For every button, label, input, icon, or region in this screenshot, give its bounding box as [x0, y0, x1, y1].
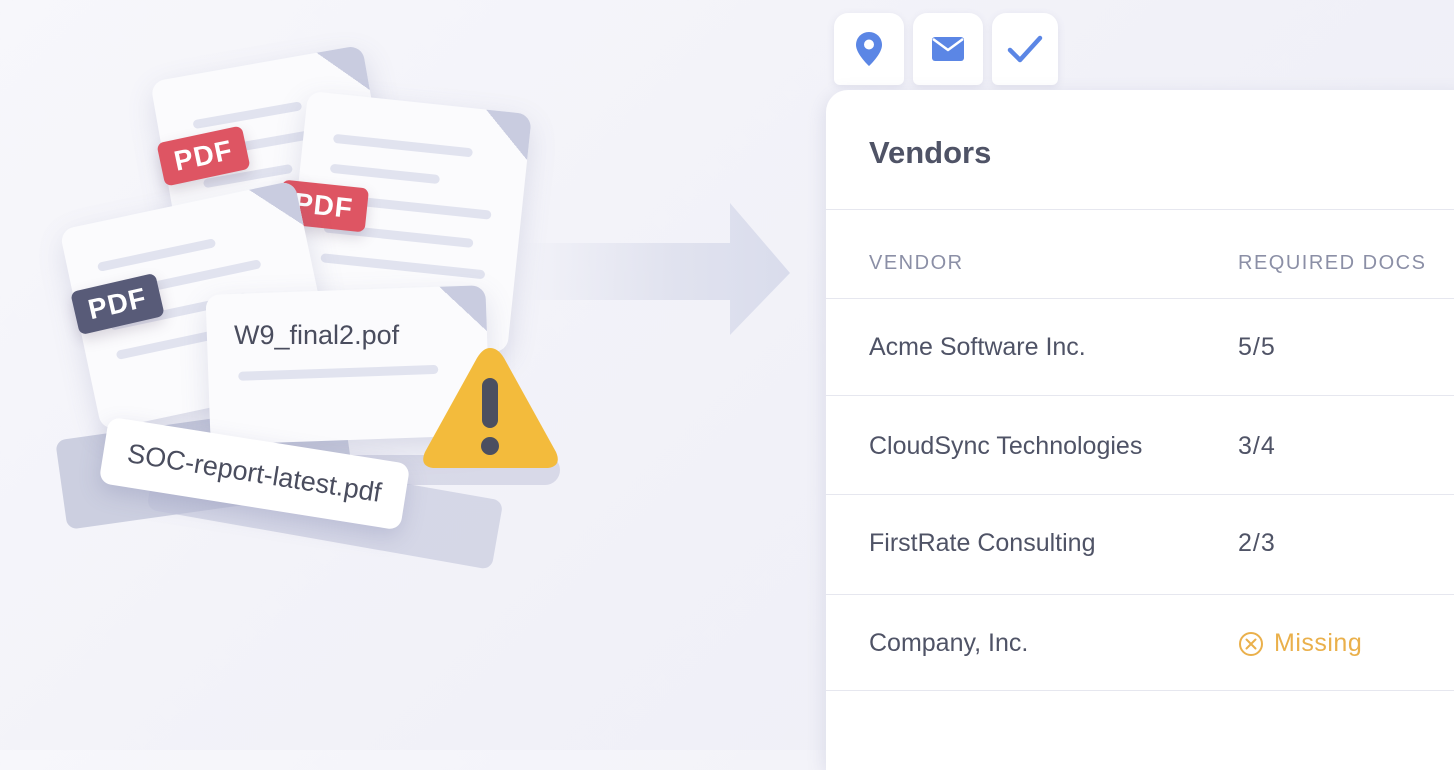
file-name-label: W9_final2.pof	[234, 320, 400, 350]
envelope-icon	[932, 37, 964, 61]
page-fold	[439, 285, 487, 333]
location-pin-icon	[856, 32, 882, 66]
table-row[interactable]: CloudSync Technologies 3/4	[826, 396, 1454, 493]
vendor-name: FirstRate Consulting	[869, 529, 1096, 557]
page-fold	[316, 44, 370, 99]
vendor-name: Acme Software Inc.	[869, 333, 1086, 361]
table-row[interactable]: Company, Inc. Missing	[826, 595, 1454, 692]
warning-icon	[423, 348, 558, 468]
vendor-name: Company, Inc.	[869, 629, 1029, 657]
vendor-name: CloudSync Technologies	[869, 432, 1143, 460]
panel-title: Vendors	[869, 135, 992, 170]
approve-button[interactable]	[992, 13, 1058, 85]
x-circle-icon	[1239, 631, 1263, 656]
required-docs-count: 3/4	[1238, 432, 1276, 460]
toolbar	[834, 13, 1058, 85]
email-button[interactable]	[913, 13, 983, 85]
divider	[826, 209, 1454, 210]
required-docs-count: 2/3	[1238, 529, 1276, 557]
table-row[interactable]: FirstRate Consulting 2/3	[826, 495, 1454, 592]
required-docs-count: 5/5	[1238, 333, 1276, 361]
arrow-right-icon	[520, 203, 790, 335]
document-chaos-illustration: PDF PDF PDF W9_final2.pof SOC-report-lat…	[0, 0, 800, 750]
vendors-panel: Vendors VENDOR REQUIRED DOCS Acme Softwa…	[826, 90, 1454, 770]
column-header-vendor[interactable]: VENDOR	[869, 252, 964, 275]
checkmark-icon	[1007, 35, 1043, 63]
page-fold	[481, 109, 532, 161]
missing-status: Missing	[1238, 629, 1362, 658]
column-header-required-docs[interactable]: REQUIRED DOCS	[1238, 252, 1426, 275]
table-row[interactable]: Acme Software Inc. 5/5	[826, 299, 1454, 396]
divider	[826, 690, 1454, 691]
location-button[interactable]	[834, 13, 904, 85]
missing-label: Missing	[1274, 629, 1363, 657]
